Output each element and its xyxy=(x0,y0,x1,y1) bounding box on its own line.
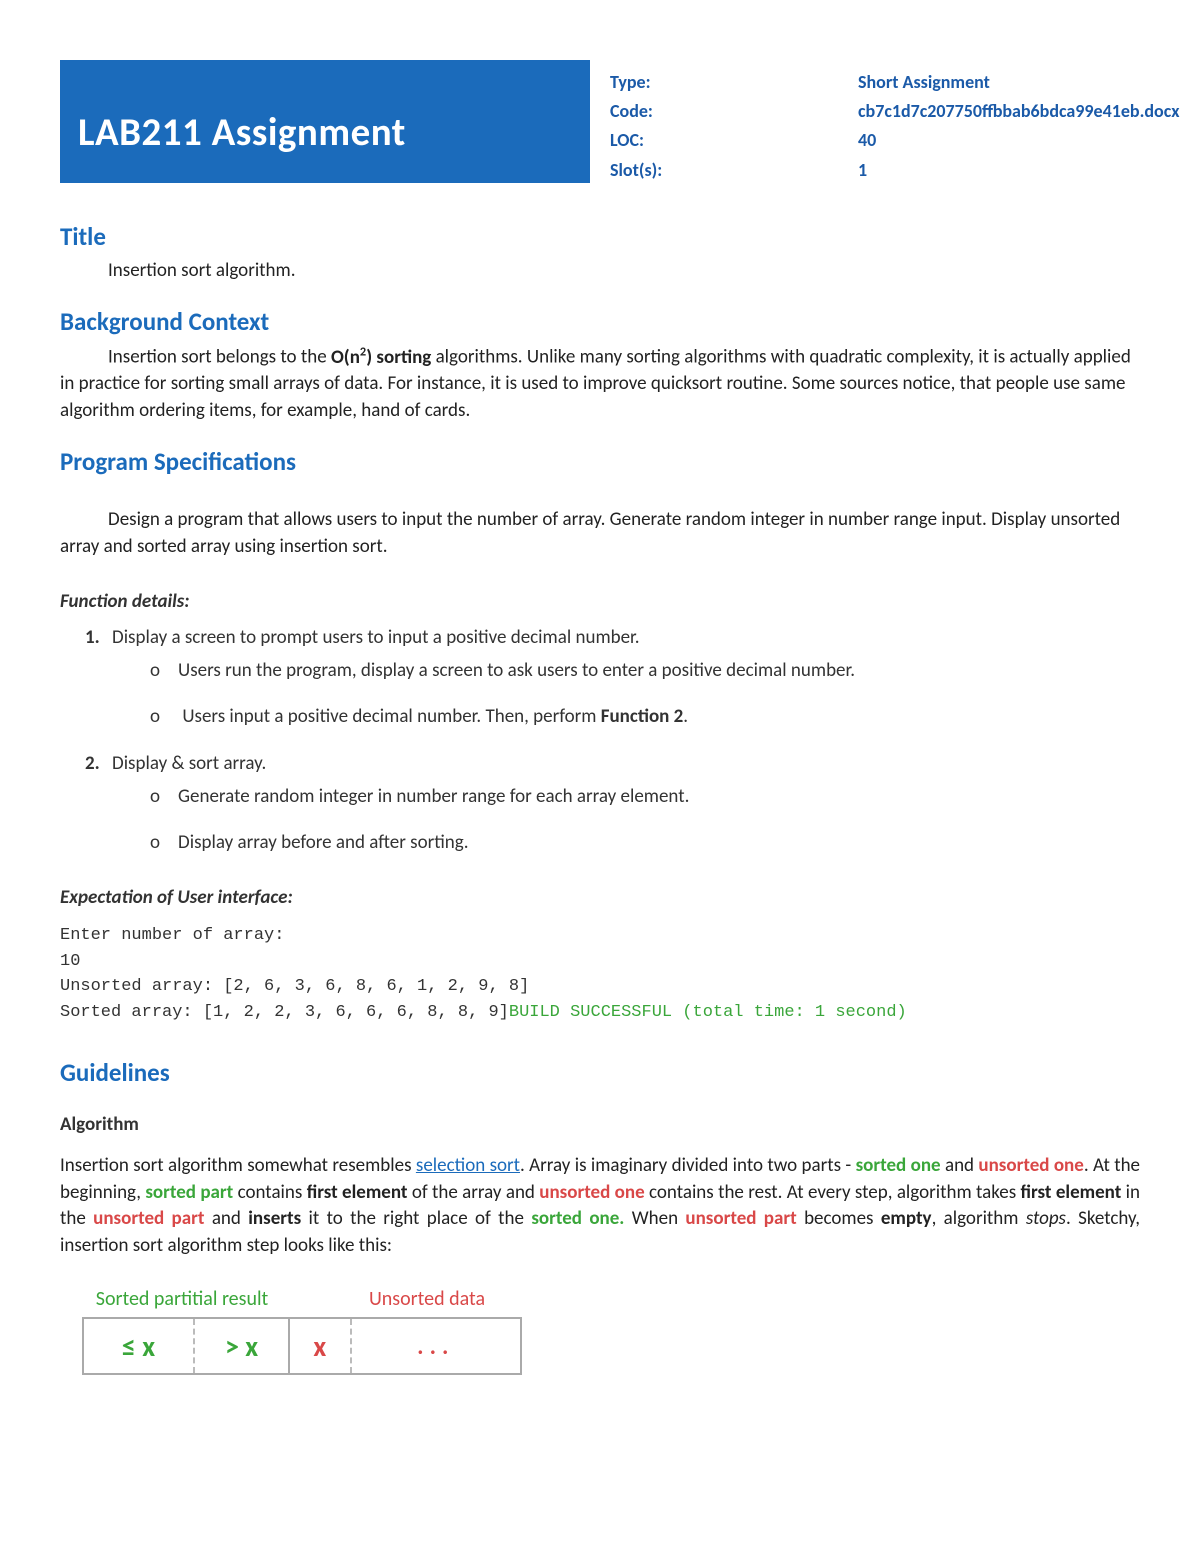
diagram-cell-x: x xyxy=(290,1319,351,1373)
meta-type-value: Short Assignment xyxy=(858,70,1180,95)
meta-slots-value: 1 xyxy=(858,158,1180,183)
guidelines-heading: Guidelines xyxy=(60,1055,1140,1090)
expectation-heading: Expectation of User interface: xyxy=(60,885,1140,912)
diagram-cell-rest: ... xyxy=(352,1319,520,1373)
meta-code-label: Code: xyxy=(610,99,810,124)
meta-type-label: Type: xyxy=(610,70,810,95)
spec-text: Design a program that allows users to in… xyxy=(60,507,1140,560)
function-1-sub-2: Users input a positive decimal number. T… xyxy=(150,704,1140,731)
console-output: Enter number of array: 10 Unsorted array… xyxy=(60,923,1140,1025)
function-2-sub-1: Generate random integer in number range … xyxy=(150,784,1140,811)
algorithm-heading: Algorithm xyxy=(60,1112,1140,1139)
spec-heading: Program Specifications xyxy=(60,444,1140,479)
background-heading: Background Context xyxy=(60,304,1140,339)
diagram-label-sorted: Sorted partitial result xyxy=(82,1285,282,1313)
meta-code-value: cb7c1d7c207750ffbbab6bdca99e41eb.docx xyxy=(858,99,1180,124)
diagram-cell-le-x: ≤ x xyxy=(84,1319,195,1373)
background-text: Insertion sort belongs to the O(n2) sort… xyxy=(60,343,1140,424)
title-heading: Title xyxy=(60,219,1140,254)
header: LAB211 Assignment Type: Short Assignment… xyxy=(60,60,1140,183)
diagram-label-unsorted: Unsorted data xyxy=(337,1285,517,1313)
algorithm-text: Insertion sort algorithm somewhat resemb… xyxy=(60,1153,1140,1259)
diagram-cell-gt-x: > x xyxy=(195,1319,290,1373)
function-list: Display a screen to prompt users to inpu… xyxy=(104,625,1140,857)
title-text: Insertion sort algorithm. xyxy=(60,258,1140,285)
meta-loc-label: LOC: xyxy=(610,128,810,153)
selection-sort-link[interactable]: selection sort xyxy=(416,1154,520,1177)
function-1-sub-1: Users run the program, display a screen … xyxy=(150,658,1140,685)
meta-slots-label: Slot(s): xyxy=(610,158,810,183)
function-2-sub-2: Display array before and after sorting. xyxy=(150,830,1140,857)
diagram-cells: ≤ x > x x ... xyxy=(82,1317,522,1375)
meta-loc-value: 40 xyxy=(858,128,1180,153)
diagram: Sorted partitial result Unsorted data ≤ … xyxy=(60,1285,1140,1375)
function-details-heading: Function details: xyxy=(60,589,1140,616)
banner-title: LAB211 Assignment xyxy=(60,60,590,183)
meta-table: Type: Short Assignment Code: cb7c1d7c207… xyxy=(610,60,1180,183)
function-item-2: Display & sort array. Generate random in… xyxy=(104,751,1140,857)
function-item-1: Display a screen to prompt users to inpu… xyxy=(104,625,1140,731)
